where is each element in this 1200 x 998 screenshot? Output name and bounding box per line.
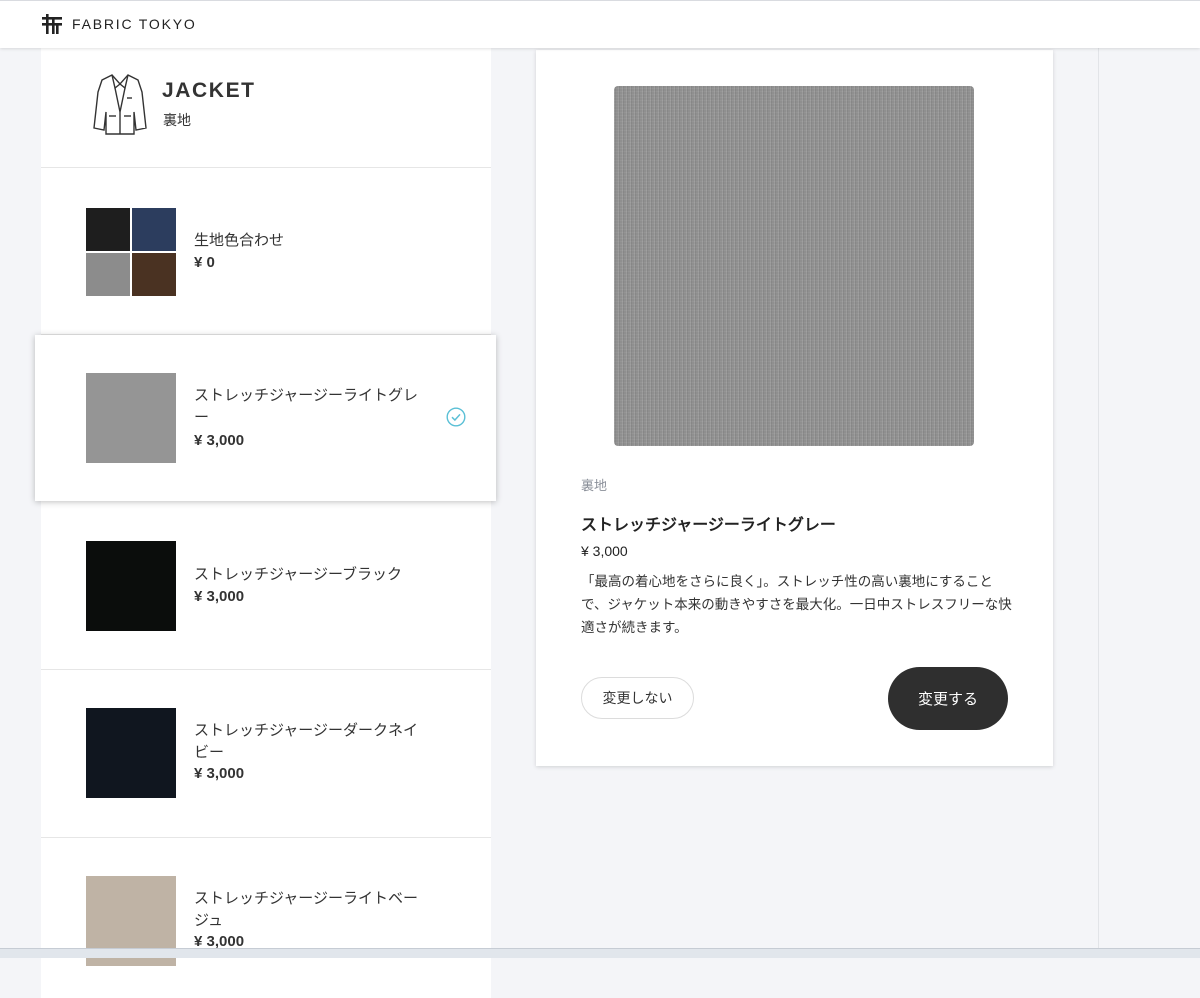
option-name: ストレッチジャージーブラック xyxy=(194,565,403,583)
black-swatch xyxy=(86,541,176,631)
option-category: 裏地 xyxy=(163,113,191,129)
option-name: ストレッチジャージーライトグレー xyxy=(194,386,418,426)
lining-option-color-match[interactable]: 生地色合わせ ¥ 0 xyxy=(41,168,491,335)
option-name: 生地色合わせ xyxy=(194,231,285,249)
combo-gray-swatch xyxy=(86,253,130,296)
lining-option-black[interactable]: ストレッチジャージーブラック ¥ 3,000 xyxy=(41,501,491,670)
lining-options-panel: JACKET 裏地 生地色合わせ ¥ 0 ストレッチジャージーライトグレー ¥ … xyxy=(35,47,496,998)
lining-option-light-beige[interactable]: ストレッチジャージーライトベージュ ¥ 3,000 xyxy=(41,838,491,998)
lining-option-light-gray[interactable]: ストレッチジャージーライトグレー ¥ 3,000 xyxy=(35,335,496,501)
detail-price: ¥ 3,000 xyxy=(581,543,628,559)
fabric-tokyo-logo-icon xyxy=(42,14,62,34)
brand-logo[interactable]: FABRIC TOKYO xyxy=(40,12,197,36)
option-price: ¥ 0 xyxy=(194,254,215,271)
light-gray-swatch xyxy=(86,373,176,463)
brand-name: FABRIC TOKYO xyxy=(72,16,197,32)
dark-navy-swatch xyxy=(86,708,176,798)
option-price: ¥ 3,000 xyxy=(194,765,245,782)
detail-category: 裏地 xyxy=(581,479,608,494)
apply-change-button[interactable]: 変更する xyxy=(888,667,1008,730)
detail-description: 「最高の着心地をさらに良く」。ストレッチ性の高い裏地にすることで、ジャケット本来… xyxy=(581,574,1012,636)
jacket-icon xyxy=(93,74,147,135)
option-price: ¥ 3,000 xyxy=(194,588,245,605)
top-header: FABRIC TOKYO xyxy=(0,0,1200,48)
combo-navy-swatch xyxy=(132,208,176,251)
option-price: ¥ 3,000 xyxy=(194,432,245,449)
detail-name: ストレッチジャージーライトグレー xyxy=(581,515,836,534)
option-name: ストレッチジャージーダークネイビー xyxy=(194,721,418,761)
right-gutter xyxy=(1098,47,1200,957)
lining-detail-card: 裏地 ストレッチジャージーライトグレー ¥ 3,000 「最高の着心地をさらに良… xyxy=(536,50,1053,766)
combo-black-swatch xyxy=(86,208,130,251)
check-icon xyxy=(446,407,466,427)
keep-current-button[interactable]: 変更しない xyxy=(581,677,694,719)
garment-title: JACKET xyxy=(162,79,256,102)
option-name: ストレッチジャージーライトベージュ xyxy=(194,889,418,929)
lining-option-dark-navy[interactable]: ストレッチジャージーダークネイビー ¥ 3,000 xyxy=(41,670,491,838)
color-combo-thumbnail xyxy=(86,208,176,296)
panel-header: JACKET 裏地 xyxy=(41,47,491,168)
fabric-preview-image xyxy=(614,86,974,446)
combo-brown-swatch xyxy=(132,253,176,296)
